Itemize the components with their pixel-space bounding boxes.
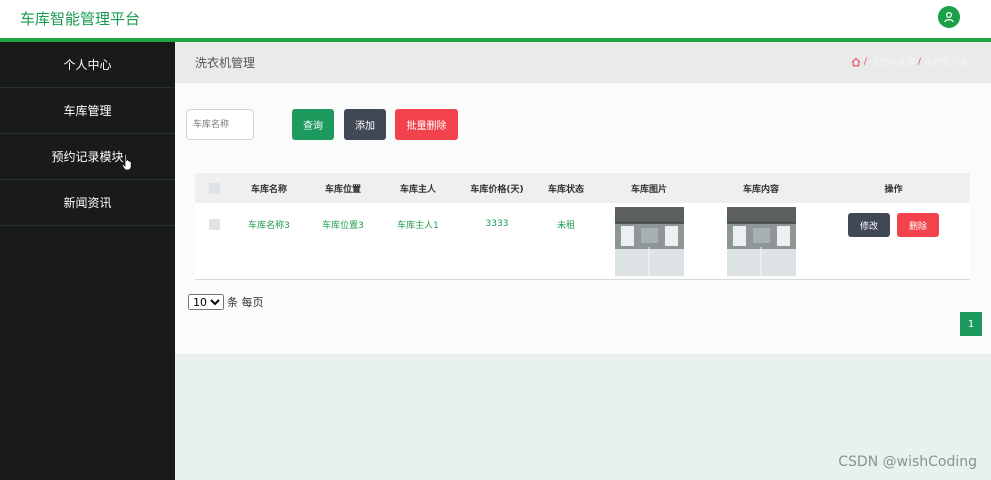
row-checkbox[interactable] xyxy=(208,218,220,230)
sidebar-item-label: 车库管理 xyxy=(63,104,112,118)
breadcrumb-separator: / xyxy=(917,56,921,67)
column-header: 车库名称 xyxy=(250,184,287,195)
column-header: 车库位置 xyxy=(324,184,361,195)
cell-garage-location: 车库位置3 xyxy=(322,220,364,231)
breadcrumb-separator: / xyxy=(863,56,867,67)
sidebar-item-garage-management[interactable]: 车库管理 xyxy=(0,88,175,134)
column-header: 车库图片 xyxy=(630,184,667,195)
cell-garage-name: 车库名称3 xyxy=(248,220,290,231)
search-input[interactable] xyxy=(186,109,254,140)
main-content: 洗衣机管理 / 洗衣机管理 / 洗衣机列表 查询 添加 批量删除 车库名称 车库… xyxy=(175,42,991,480)
cell-garage-status: 未租 xyxy=(556,220,575,231)
page-title: 洗衣机管理 xyxy=(195,56,256,70)
garage-content-image xyxy=(727,207,796,276)
hand-pointer-glyph xyxy=(121,154,132,171)
column-header: 车库主人 xyxy=(399,184,436,195)
sidebar-item-label: 个人中心 xyxy=(63,58,112,72)
home-icon[interactable] xyxy=(851,57,861,67)
user-icon-glyph xyxy=(944,11,954,23)
page-number-button[interactable]: 1 xyxy=(960,312,982,336)
breadcrumb-item[interactable]: 洗衣机管理 xyxy=(870,55,915,68)
query-button[interactable]: 查询 xyxy=(292,109,334,140)
add-button[interactable]: 添加 xyxy=(344,109,386,140)
sidebar-item-label: 预约记录模块 xyxy=(51,150,124,164)
page-size-select[interactable]: 10 xyxy=(188,294,224,310)
cell-garage-price: 3333 xyxy=(485,219,509,229)
column-header: 车库内容 xyxy=(742,184,779,195)
breadcrumb-item: 洗衣机列表 xyxy=(923,58,969,68)
sidebar: 个人中心 车库管理 预约记录模块 新闻资讯 xyxy=(0,42,175,480)
column-header: 车库状态 xyxy=(547,184,584,195)
data-table: 车库名称 车库位置 车库主人 车库价格(天) 车库状态 车库图片 车库内容 操作… xyxy=(195,173,970,280)
list-panel: 查询 添加 批量删除 车库名称 车库位置 车库主人 车库价格(天) 车库状态 车… xyxy=(175,83,991,354)
garage-photo-image xyxy=(615,207,684,276)
sidebar-item-label: 新闻资讯 xyxy=(63,196,112,210)
sidebar-item-news[interactable]: 新闻资讯 xyxy=(0,180,175,226)
column-header: 车库价格(天) xyxy=(470,184,524,195)
hand-pointer-icon xyxy=(121,154,134,175)
column-header: 操作 xyxy=(884,184,903,195)
garage-content-thumbnail xyxy=(727,207,796,276)
garage-image-thumbnail xyxy=(615,207,684,276)
batch-delete-button[interactable]: 批量删除 xyxy=(395,109,458,140)
cell-garage-owner: 车库主人1 xyxy=(397,220,439,231)
watermark-text: CSDN @wishCoding xyxy=(838,454,977,470)
delete-button[interactable]: 删除 xyxy=(897,213,939,237)
top-bar: 车库智能管理平台 xyxy=(0,0,991,38)
row-checkbox-cell xyxy=(195,203,233,245)
page-size-label: 条 每页 xyxy=(227,296,264,309)
select-all-checkbox[interactable] xyxy=(208,182,220,194)
edit-button[interactable]: 修改 xyxy=(848,213,890,237)
page-size-control: 10 条 每页 xyxy=(188,294,264,310)
user-icon[interactable] xyxy=(938,6,960,28)
sidebar-item-personal-center[interactable]: 个人中心 xyxy=(0,42,175,88)
breadcrumb-bar: 洗衣机管理 / 洗衣机管理 / 洗衣机列表 xyxy=(175,42,991,83)
table-header: 车库名称 车库位置 车库主人 车库价格(天) 车库状态 车库图片 车库内容 操作 xyxy=(195,173,970,203)
sidebar-item-reservation-records[interactable]: 预约记录模块 xyxy=(0,134,175,180)
app-title: 车库智能管理平台 xyxy=(20,10,141,28)
select-all-cell xyxy=(195,173,233,203)
breadcrumb: / 洗衣机管理 / 洗衣机列表 xyxy=(851,55,969,68)
